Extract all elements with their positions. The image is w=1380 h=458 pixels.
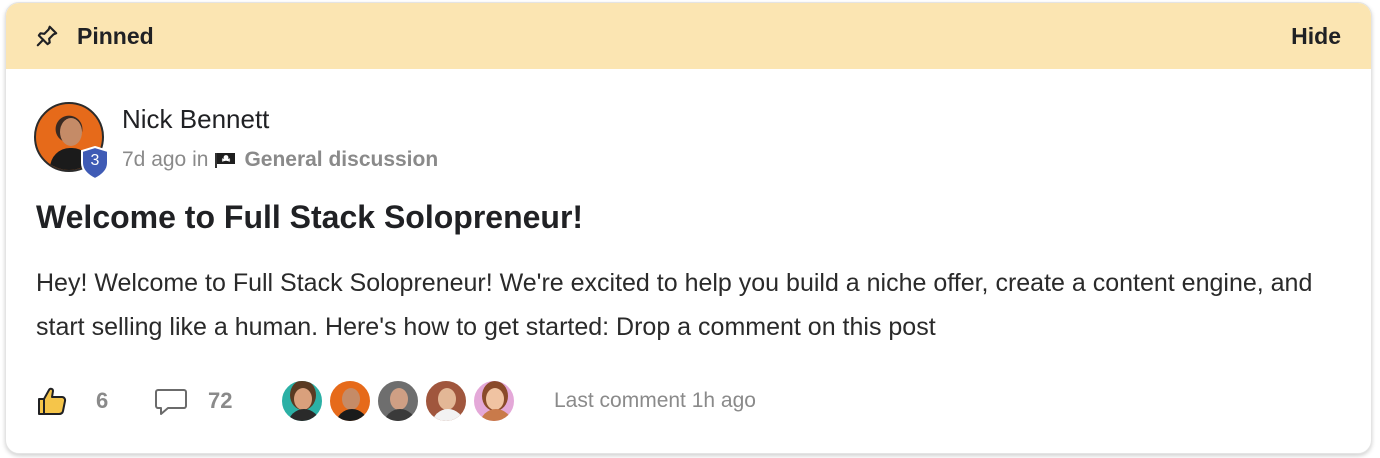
pushpin-icon <box>34 23 60 49</box>
last-comment-time: Last comment 1h ago <box>554 389 756 412</box>
level-number: 3 <box>90 152 100 169</box>
like-count: 6 <box>96 388 109 413</box>
hide-button[interactable]: Hide <box>1291 23 1341 50</box>
pinned-indicator: Pinned <box>34 23 154 50</box>
post-footer: 6 72 Last comment 1h ago <box>36 379 1336 427</box>
pirate-flag-icon <box>214 152 236 168</box>
commenter-avatar[interactable] <box>424 379 468 423</box>
level-badge: 3 <box>80 145 110 181</box>
commenter-avatar[interactable] <box>328 379 372 423</box>
author-name[interactable]: Nick Bennett <box>122 104 269 135</box>
post-title[interactable]: Welcome to Full Stack Solopreneur! <box>36 199 583 236</box>
comment-count: 72 <box>208 388 233 413</box>
post-body[interactable]: Hey! Welcome to Full Stack Solopreneur! … <box>36 261 1346 349</box>
author-avatar[interactable]: 3 <box>34 102 109 181</box>
post-card[interactable]: Pinned Hide 3 Nick Bennett 7d ago in Gen… <box>5 2 1372 454</box>
comment-icon[interactable] <box>154 387 188 417</box>
pinned-bar: Pinned Hide <box>6 3 1371 69</box>
in-label: in <box>192 148 209 171</box>
post-time: 7d ago <box>122 148 187 171</box>
commenter-avatar[interactable] <box>280 379 324 423</box>
commenter-avatar[interactable] <box>472 379 516 423</box>
category-link[interactable]: General discussion <box>244 148 438 172</box>
commenter-avatar[interactable] <box>376 379 420 423</box>
thumbs-up-icon[interactable] <box>36 385 68 417</box>
post-meta: 7d ago in General discussion <box>122 148 438 172</box>
pinned-label: Pinned <box>77 22 154 49</box>
